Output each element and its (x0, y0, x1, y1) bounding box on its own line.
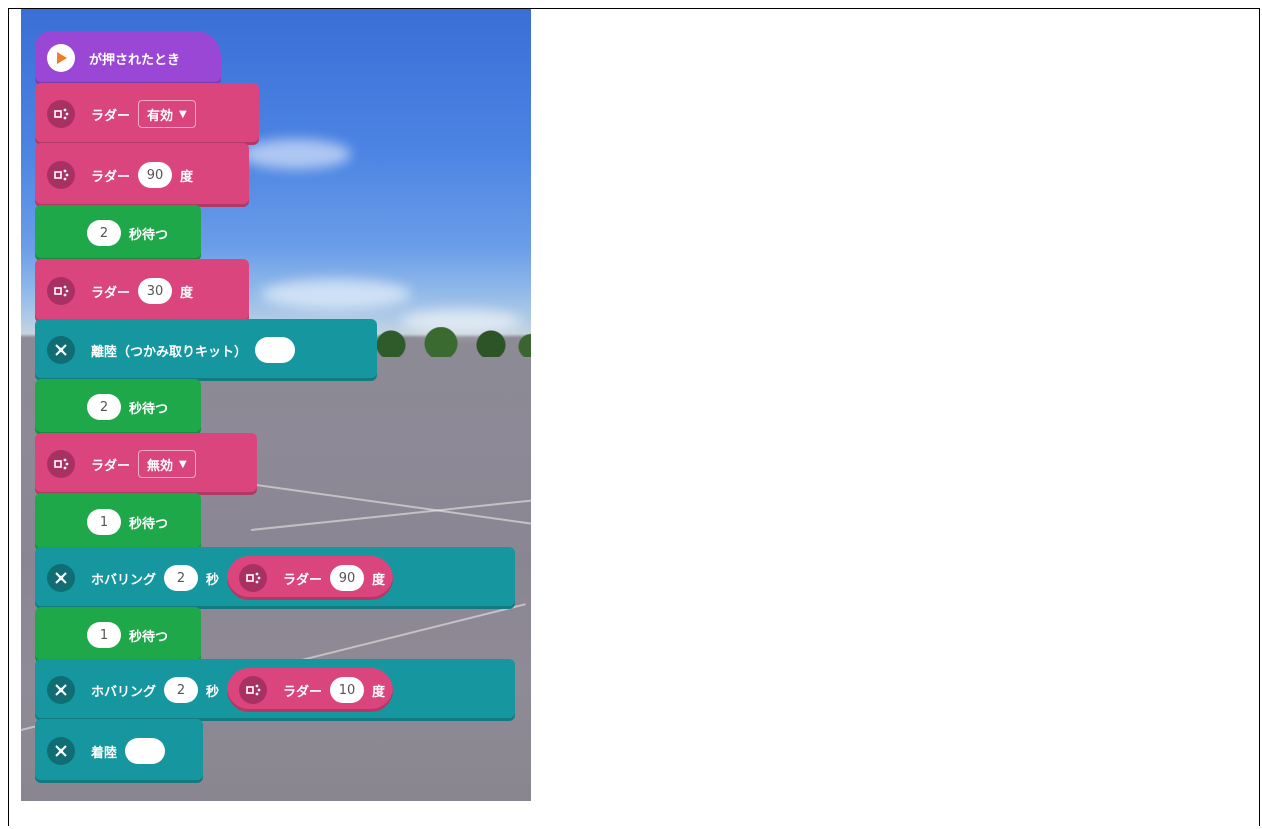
drone-icon (47, 737, 75, 765)
unit-label: 秒 (206, 572, 220, 588)
rudder-icon (239, 676, 268, 704)
rudder-angle-reporter[interactable]: ラダー 10 度 (227, 668, 394, 712)
seconds-input[interactable]: 2 (87, 220, 121, 246)
block-label: 離陸（つかみ取りキット） (91, 344, 248, 360)
unit-label: 度 (180, 285, 194, 301)
wait-block[interactable]: 1 秒待つ (35, 493, 201, 551)
angle-input[interactable]: 90 (138, 162, 173, 188)
tree-line (351, 327, 531, 357)
when-started-block[interactable]: が押されたとき (35, 31, 221, 85)
wait-block[interactable]: 2 秒待つ (35, 379, 201, 435)
block-label: ホバリング (91, 684, 157, 700)
rudder-angle-block[interactable]: ラダー 90 度 (35, 143, 249, 207)
block-label: 秒待つ (129, 516, 169, 532)
caret-down-icon: ▼ (179, 458, 187, 470)
block-label: 秒待つ (129, 629, 169, 645)
rudder-mode-block[interactable]: ラダー 無効 ▼ (35, 433, 257, 495)
angle-input[interactable]: 30 (138, 278, 173, 304)
land-block[interactable]: 着陸 (35, 719, 203, 783)
unit-label: 度 (180, 169, 194, 185)
drone-icon (47, 336, 75, 364)
block-label: ラダー (283, 684, 323, 700)
block-label: ラダー (91, 169, 131, 185)
rudder-mode-block[interactable]: ラダー 有効 ▼ (35, 83, 259, 145)
block-label: 秒待つ (129, 401, 169, 417)
rudder-icon (239, 564, 268, 592)
block-label: ラダー (283, 572, 323, 588)
hover-block[interactable]: ホバリング 2 秒 ラダー 10 度 (35, 659, 515, 721)
seconds-input[interactable]: 2 (164, 677, 199, 703)
hover-block[interactable]: ホバリング 2 秒 ラダー 90 度 (35, 547, 515, 609)
dropdown-value: 有効 (147, 108, 174, 124)
rudder-mode-dropdown[interactable]: 無効 ▼ (138, 450, 196, 478)
unit-label: 度 (372, 572, 386, 588)
takeoff-block[interactable]: 離陸（つかみ取りキット） (35, 319, 377, 381)
block-label: 着陸 (91, 745, 118, 761)
block-label: 秒待つ (129, 227, 169, 243)
unit-label: 度 (372, 684, 386, 700)
rudder-angle-block[interactable]: ラダー 30 度 (35, 259, 249, 323)
wait-block[interactable]: 2 秒待つ (35, 205, 201, 261)
seconds-input[interactable]: 2 (164, 565, 199, 591)
drone-icon (47, 676, 75, 704)
block-label: ホバリング (91, 572, 157, 588)
angle-input[interactable]: 90 (330, 565, 365, 591)
block-label: ラダー (91, 458, 131, 474)
block-label: が押されたとき (89, 52, 181, 68)
rudder-mode-dropdown[interactable]: 有効 ▼ (138, 100, 196, 128)
seconds-input[interactable]: 2 (87, 394, 121, 420)
cloud (241, 139, 351, 169)
wait-block[interactable]: 1 秒待つ (35, 607, 201, 663)
rudder-angle-reporter[interactable]: ラダー 90 度 (227, 556, 394, 600)
drone-icon (47, 564, 75, 592)
unit-label: 秒 (206, 684, 220, 700)
block-label: ラダー (91, 108, 131, 124)
takeoff-input[interactable] (255, 337, 296, 363)
caret-down-icon: ▼ (179, 108, 187, 120)
program-canvas: が押されたとき ラダー 有効 ▼ ラダー 90 度 2 秒待つ ラダー 30 度 (21, 9, 531, 801)
dropdown-value: 無効 (147, 458, 174, 474)
runway-marking (220, 479, 531, 526)
rudder-icon (47, 100, 75, 128)
cloud (261, 279, 411, 309)
angle-input[interactable]: 10 (330, 677, 365, 703)
block-label: ラダー (91, 285, 131, 301)
rudder-icon (47, 277, 75, 305)
land-input[interactable] (125, 738, 166, 764)
rudder-icon (47, 161, 75, 189)
seconds-input[interactable]: 1 (87, 622, 121, 648)
play-icon (47, 44, 75, 72)
seconds-input[interactable]: 1 (87, 509, 121, 535)
rudder-icon (47, 450, 75, 478)
